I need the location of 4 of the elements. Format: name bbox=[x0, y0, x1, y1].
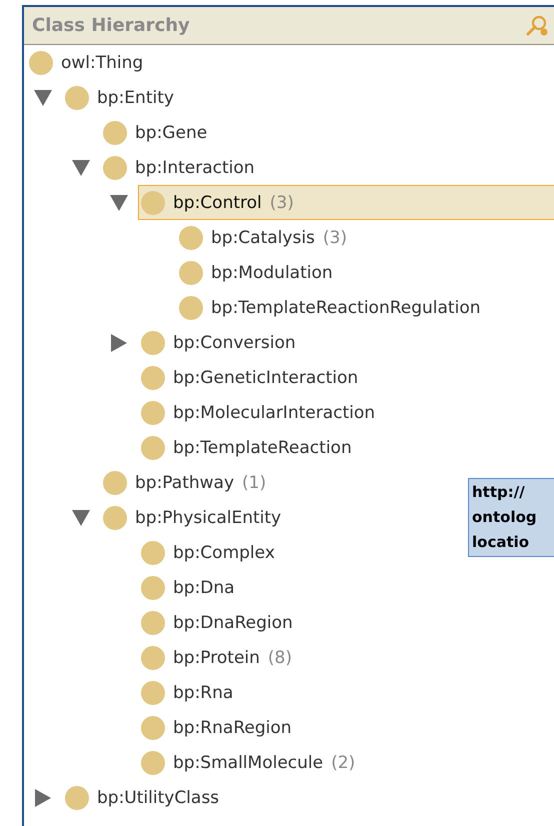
tooltip-text: ontolog bbox=[472, 507, 538, 528]
panel-title: Class Hierarchy bbox=[32, 15, 190, 36]
tooltip-text: http:// bbox=[472, 482, 526, 503]
tooltip-text: locatio bbox=[472, 532, 530, 553]
